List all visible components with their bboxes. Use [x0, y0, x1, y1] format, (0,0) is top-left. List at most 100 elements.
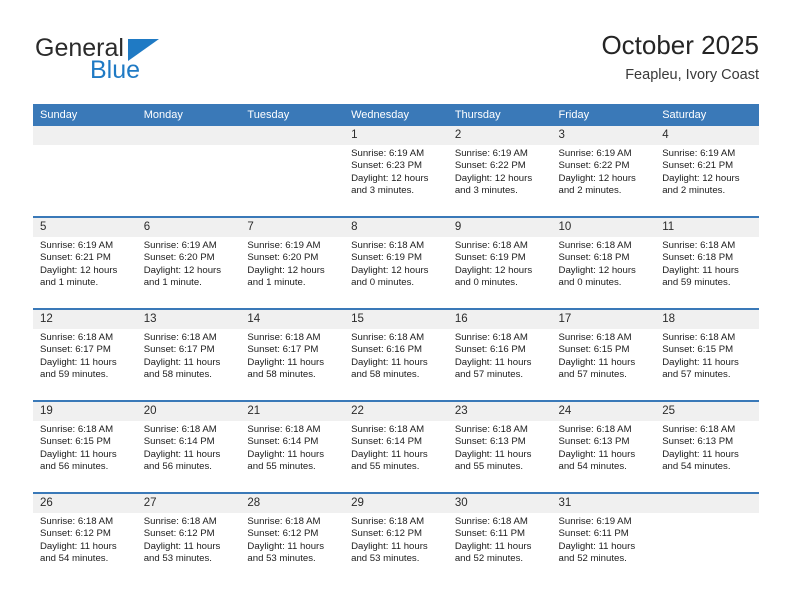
calendar-day-cell[interactable]: 7 Sunrise: 6:19 AM Sunset: 6:20 PM Daylight…: [240, 216, 345, 309]
calendar-day-cell[interactable]: 30 Sunrise: 6:18 AM Sunset: 6:11 PM Dayligh…: [447, 492, 552, 584]
day-number: 12: [33, 310, 137, 329]
calendar-day-cell[interactable]: 14 Sunrise: 6:18 AM Sunset: 6:17 PM Dayligh…: [240, 308, 345, 401]
calendar-day-cell[interactable]: 13 Sunrise: 6:18 AM Sunset: 6:17 PM Dayligh…: [136, 308, 241, 401]
calendar-day-cell[interactable]: 15 Sunrise: 6:18 AM Sunset: 6:16 PM Dayligh…: [344, 308, 448, 401]
brand-logo[interactable]: General Blue: [33, 34, 263, 94]
calendar-week-row: 5 Sunrise: 6:19 AM Sunset: 6:21 PM Daylight…: [33, 216, 759, 309]
day-cell-inner: 26 Sunrise: 6:18 AM Sunset: 6:12 PM Dayligh…: [33, 494, 137, 584]
day-number: 13: [136, 310, 241, 329]
calendar-day-cell[interactable]: 1 Sunrise: 6:19 AM Sunset: 6:23 PM Daylight…: [344, 126, 448, 217]
sunrise-text: Sunrise: 6:19 AM: [454, 148, 528, 159]
sunrise-text: Sunrise: 6:18 AM: [454, 424, 528, 435]
day-number: 20: [136, 402, 241, 421]
day-cell-inner: [240, 126, 345, 216]
calendar-day-cell[interactable]: 8 Sunrise: 6:18 AM Sunset: 6:19 PM Daylight…: [344, 216, 448, 309]
sunrise-text: Sunrise: 6:18 AM: [351, 332, 425, 343]
sunset-text: Sunset: 6:13 PM: [662, 436, 734, 448]
daylight-text-line1: Daylight: 11 hours: [662, 356, 739, 368]
day-details: Sunrise: 6:18 AM Sunset: 6:14 PM Daylight:…: [344, 421, 448, 474]
calendar-day-cell[interactable]: 24 Sunrise: 6:18 AM Sunset: 6:13 PM Dayligh…: [551, 400, 656, 493]
day-cell-inner: 19 Sunrise: 6:18 AM Sunset: 6:15 PM Dayligh…: [33, 402, 137, 492]
daylight-text-line2: and 52 minutes.: [454, 553, 524, 565]
daylight-text-line1: Daylight: 11 hours: [558, 540, 636, 552]
calendar-day-cell[interactable]: 2 Sunrise: 6:19 AM Sunset: 6:22 PM Daylight…: [447, 126, 552, 217]
sunset-text: Sunset: 6:21 PM: [662, 160, 734, 172]
day-details: Sunrise: 6:19 AM Sunset: 6:22 PM Daylight:…: [552, 145, 656, 198]
calendar-day-cell[interactable]: 6 Sunrise: 6:19 AM Sunset: 6:20 PM Daylight…: [136, 216, 241, 309]
day-details: Sunrise: 6:18 AM Sunset: 6:14 PM Daylight:…: [240, 421, 344, 474]
daylight-text-line2: and 55 minutes.: [351, 461, 420, 473]
calendar-day-cell[interactable]: 28 Sunrise: 6:18 AM Sunset: 6:12 PM Dayligh…: [240, 492, 345, 584]
day-number: 23: [447, 402, 552, 421]
daylight-text-line1: Daylight: 11 hours: [662, 264, 739, 276]
sunset-text: Sunset: 6:18 PM: [662, 252, 734, 264]
day-number: 28: [240, 494, 345, 513]
daylight-text-line1: Daylight: 11 hours: [40, 356, 117, 368]
daylight-text-line2: and 57 minutes.: [558, 369, 627, 381]
calendar-day-cell[interactable]: 23 Sunrise: 6:18 AM Sunset: 6:13 PM Dayligh…: [447, 400, 552, 493]
calendar-day-cell[interactable]: 31 Sunrise: 6:19 AM Sunset: 6:11 PM Dayligh…: [551, 492, 656, 584]
day-number: 14: [240, 310, 345, 329]
daylight-text-line2: and 53 minutes.: [143, 553, 212, 565]
day-details: Sunrise: 6:18 AM Sunset: 6:16 PM Daylight:…: [344, 329, 448, 382]
daylight-text-line1: Daylight: 11 hours: [351, 356, 428, 368]
daylight-text-line2: and 57 minutes.: [662, 369, 731, 381]
calendar-day-cell[interactable]: 12 Sunrise: 6:18 AM Sunset: 6:17 PM Dayligh…: [33, 308, 137, 401]
day-cell-inner: 12 Sunrise: 6:18 AM Sunset: 6:17 PM Dayligh…: [33, 310, 137, 400]
calendar-day-cell[interactable]: 3 Sunrise: 6:19 AM Sunset: 6:22 PM Daylight…: [551, 126, 656, 217]
calendar-day-cell[interactable]: 22 Sunrise: 6:18 AM Sunset: 6:14 PM Dayligh…: [344, 400, 448, 493]
daylight-text-line2: and 57 minutes.: [454, 369, 524, 381]
sunset-text: Sunset: 6:17 PM: [40, 344, 111, 356]
calendar-day-cell[interactable]: 25 Sunrise: 6:18 AM Sunset: 6:13 PM Dayligh…: [655, 400, 759, 493]
day-cell-inner: 16 Sunrise: 6:18 AM Sunset: 6:16 PM Dayligh…: [447, 310, 552, 400]
sunrise-text: Sunrise: 6:18 AM: [558, 332, 632, 343]
day-number: 18: [655, 310, 759, 329]
sunrise-text: Sunrise: 6:18 AM: [40, 332, 114, 343]
day-details: Sunrise: 6:18 AM Sunset: 6:13 PM Daylight:…: [448, 421, 552, 474]
sunrise-text: Sunrise: 6:19 AM: [662, 148, 736, 159]
sunrise-text: Sunrise: 6:18 AM: [143, 332, 217, 343]
title-block: October 2025 Feapleu, Ivory Coast: [601, 28, 759, 86]
calendar-day-cell[interactable]: 5 Sunrise: 6:19 AM Sunset: 6:21 PM Daylight…: [33, 216, 137, 309]
calendar-day-cell[interactable]: 11 Sunrise: 6:18 AM Sunset: 6:18 PM Dayligh…: [655, 216, 759, 309]
calendar-day-cell[interactable]: 19 Sunrise: 6:18 AM Sunset: 6:15 PM Dayligh…: [33, 400, 137, 493]
weekday-header-monday: Monday: [136, 104, 241, 126]
calendar-day-cell[interactable]: 16 Sunrise: 6:18 AM Sunset: 6:16 PM Dayligh…: [447, 308, 552, 401]
day-cell-inner: 9 Sunrise: 6:18 AM Sunset: 6:19 PM Daylight…: [447, 218, 552, 308]
calendar-day-cell[interactable]: 18 Sunrise: 6:18 AM Sunset: 6:15 PM Dayligh…: [655, 308, 759, 401]
calendar-day-cell[interactable]: 27 Sunrise: 6:18 AM Sunset: 6:12 PM Dayligh…: [136, 492, 241, 584]
day-number: 3: [551, 126, 656, 145]
calendar-day-cell[interactable]: 21 Sunrise: 6:18 AM Sunset: 6:14 PM Dayligh…: [240, 400, 345, 493]
calendar-day-cell[interactable]: 9 Sunrise: 6:18 AM Sunset: 6:19 PM Daylight…: [447, 216, 552, 309]
sunset-text: Sunset: 6:20 PM: [143, 252, 215, 264]
sunset-text: Sunset: 6:16 PM: [454, 344, 526, 356]
day-details: Sunrise: 6:18 AM Sunset: 6:11 PM Daylight:…: [448, 513, 552, 566]
day-cell-inner: 22 Sunrise: 6:18 AM Sunset: 6:14 PM Dayligh…: [344, 402, 448, 492]
calendar-day-cell[interactable]: 17 Sunrise: 6:18 AM Sunset: 6:15 PM Dayligh…: [551, 308, 656, 401]
daylight-text-line2: and 59 minutes.: [662, 277, 731, 289]
sunrise-text: Sunrise: 6:19 AM: [40, 240, 114, 251]
daylight-text-line2: and 52 minutes.: [558, 553, 627, 565]
day-number: 9: [447, 218, 552, 237]
day-cell-inner: 1 Sunrise: 6:19 AM Sunset: 6:23 PM Daylight…: [344, 126, 448, 216]
day-cell-inner: 25 Sunrise: 6:18 AM Sunset: 6:13 PM Dayligh…: [655, 402, 759, 492]
daylight-text-line1: Daylight: 11 hours: [143, 448, 221, 460]
day-number: 30: [447, 494, 552, 513]
daylight-text-line2: and 0 minutes.: [558, 277, 622, 289]
calendar-day-cell[interactable]: 26 Sunrise: 6:18 AM Sunset: 6:12 PM Dayligh…: [33, 492, 137, 584]
sunrise-text: Sunrise: 6:18 AM: [351, 424, 425, 435]
day-cell-inner: 6 Sunrise: 6:19 AM Sunset: 6:20 PM Daylight…: [136, 218, 241, 308]
day-cell-inner: 10 Sunrise: 6:18 AM Sunset: 6:18 PM Dayligh…: [551, 218, 656, 308]
sunset-text: Sunset: 6:13 PM: [558, 436, 630, 448]
day-number: 19: [33, 402, 137, 421]
sunrise-text: Sunrise: 6:18 AM: [662, 424, 736, 435]
calendar-day-cell[interactable]: 4 Sunrise: 6:19 AM Sunset: 6:21 PM Daylight…: [655, 126, 759, 217]
calendar-week-row: 1 Sunrise: 6:19 AM Sunset: 6:23 PM Daylight…: [33, 126, 759, 217]
calendar-day-cell[interactable]: 20 Sunrise: 6:18 AM Sunset: 6:14 PM Dayligh…: [136, 400, 241, 493]
daylight-text-line1: Daylight: 11 hours: [247, 448, 325, 460]
day-details: Sunrise: 6:18 AM Sunset: 6:15 PM Daylight:…: [552, 329, 656, 382]
calendar-day-cell[interactable]: 29 Sunrise: 6:18 AM Sunset: 6:12 PM Dayligh…: [344, 492, 448, 584]
day-details: Sunrise: 6:18 AM Sunset: 6:17 PM Daylight:…: [240, 329, 344, 382]
calendar-day-cell[interactable]: 10 Sunrise: 6:18 AM Sunset: 6:18 PM Dayligh…: [551, 216, 656, 309]
sunset-text: Sunset: 6:15 PM: [662, 344, 734, 356]
